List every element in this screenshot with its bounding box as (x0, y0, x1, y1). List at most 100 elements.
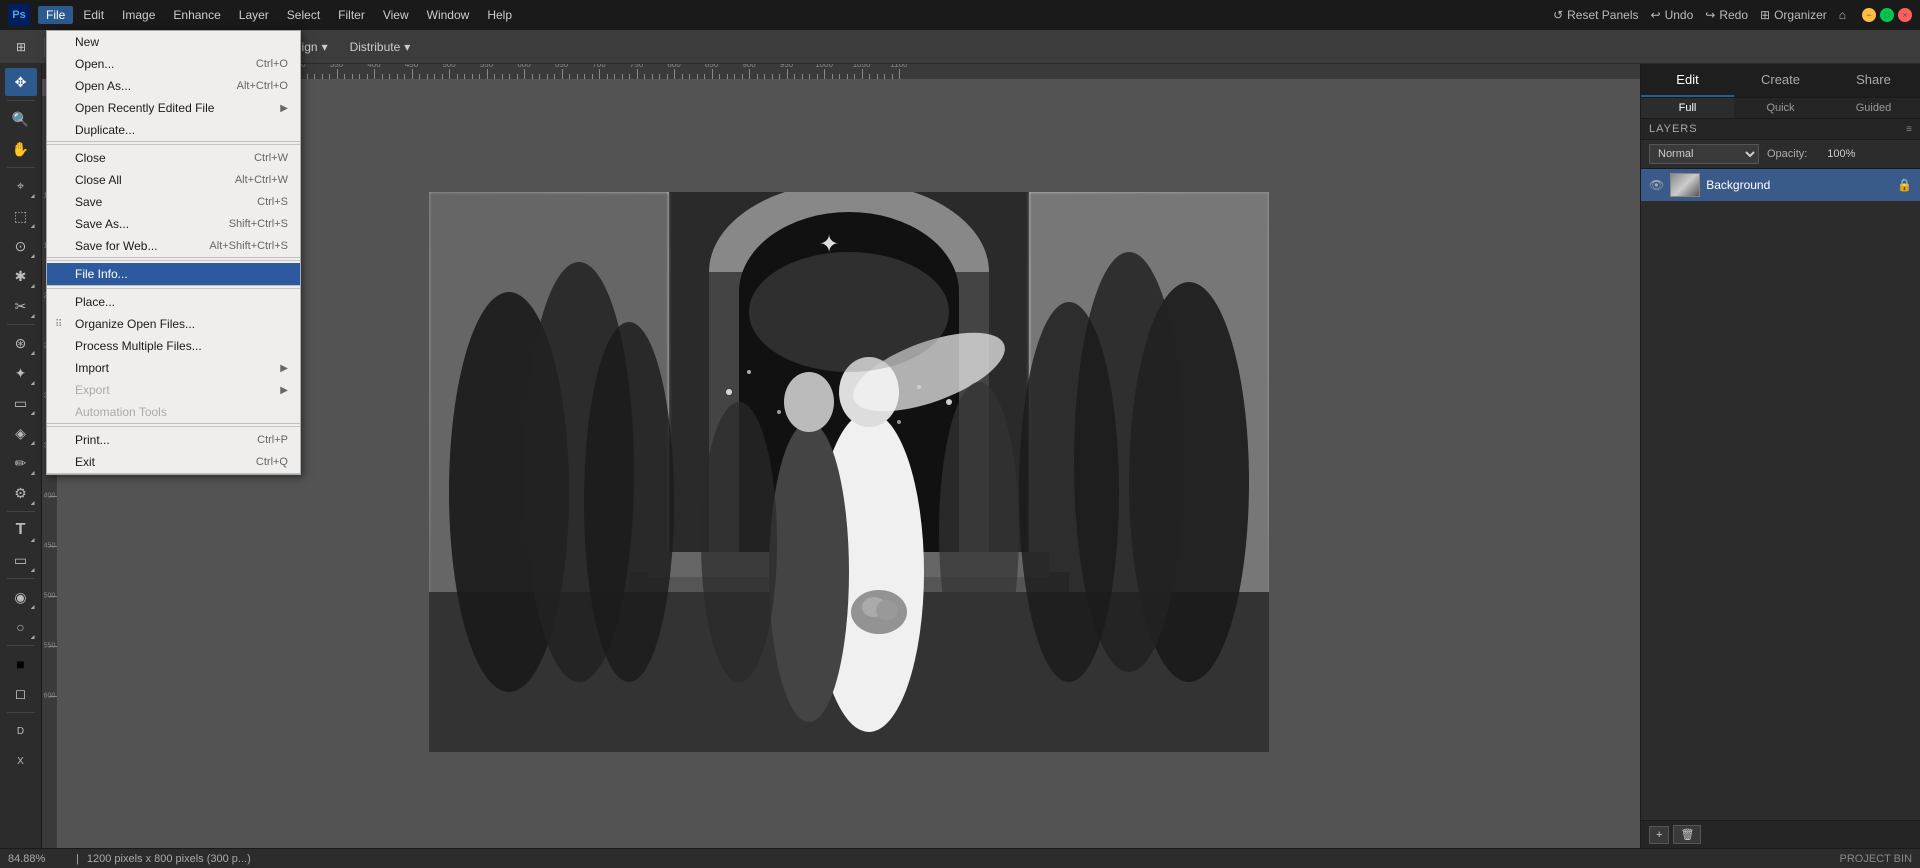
menu-save-for-web-label: Save for Web... (75, 239, 189, 253)
menu-layer[interactable]: Layer (231, 6, 277, 24)
menu-view[interactable]: View (375, 6, 417, 24)
tool-dodge[interactable]: ○ (5, 613, 37, 641)
photo-canvas: ✦ (429, 192, 1269, 752)
menu-section-print-exit: Print... Ctrl+P Exit Ctrl+Q (47, 429, 300, 474)
tool-default-colors[interactable]: D (5, 717, 37, 745)
panel-sub-tabs: Full Quick Guided (1641, 98, 1920, 119)
tool-smart-brush[interactable]: ⚙ (5, 479, 37, 507)
menu-help[interactable]: Help (479, 6, 520, 24)
menu-save-as[interactable]: Save As... Shift+Ctrl+S (47, 213, 300, 235)
menu-print-label: Print... (75, 433, 237, 447)
tool-eyedropper[interactable]: ⌖ (5, 172, 37, 200)
menu-close-label: Close (75, 151, 234, 165)
app-logo: Ps (8, 4, 30, 26)
menu-image[interactable]: Image (114, 6, 163, 24)
menu-open[interactable]: Open... Ctrl+O (47, 53, 300, 75)
tool-switch-colors[interactable]: X (5, 747, 37, 775)
menu-close-all-label: Close All (75, 173, 215, 187)
tool-zoom[interactable]: 🔍 (5, 105, 37, 133)
tool-text[interactable]: T (5, 516, 37, 544)
panel-main-tabs: Edit Create Share (1641, 64, 1920, 98)
tool-sep-2 (7, 324, 35, 325)
menu-close-shortcut: Ctrl+W (254, 152, 288, 164)
tool-sep-0 (7, 100, 35, 101)
menu-place-label: Place... (75, 295, 288, 309)
new-layer-btn[interactable]: + (1649, 826, 1669, 844)
menu-process-multiple[interactable]: Process Multiple Files... (47, 335, 300, 357)
menu-edit[interactable]: Edit (75, 6, 112, 24)
reset-panels-btn[interactable]: ↺ Reset Panels (1553, 8, 1638, 22)
menu-print[interactable]: Print... Ctrl+P (47, 429, 300, 451)
blend-mode-select[interactable]: Normal (1649, 144, 1759, 164)
title-actions: ↺ Reset Panels ↩ Undo ↪ Redo ⊞ Organizer… (1553, 8, 1846, 22)
tool-shape[interactable]: ▭ (5, 546, 37, 574)
tool-eraser[interactable]: ▭ (5, 389, 37, 417)
tool-lasso[interactable]: ⊙ (5, 232, 37, 260)
layer-visibility-eye[interactable]: 👁 (1649, 178, 1664, 192)
right-panel: Edit Create Share Full Quick Guided LAYE… (1640, 64, 1920, 848)
menu-select[interactable]: Select (279, 6, 328, 24)
tool-crop[interactable]: ✂ (5, 292, 37, 320)
menu-duplicate[interactable]: Duplicate... (47, 119, 300, 141)
layers-title: LAYERS (1649, 123, 1902, 135)
tool-spot-healing[interactable]: ⊛ (5, 329, 37, 357)
tool-sep-6 (7, 712, 35, 713)
layers-header: LAYERS ≡ (1641, 119, 1920, 140)
tool-clone[interactable]: ✦ (5, 359, 37, 387)
tool-paint-bucket[interactable]: ◈ (5, 419, 37, 447)
menu-open-recently[interactable]: Open Recently Edited File ▶ (47, 97, 300, 119)
menu-new-label: New (75, 35, 288, 49)
tab-edit[interactable]: Edit (1641, 64, 1734, 97)
menu-file[interactable]: File (38, 6, 73, 24)
undo-btn[interactable]: ↩ Undo (1651, 8, 1694, 22)
menu-print-shortcut: Ctrl+P (257, 434, 288, 446)
menu-save[interactable]: Save Ctrl+S (47, 191, 300, 213)
sub-tab-full[interactable]: Full (1641, 98, 1734, 118)
project-bin-label: PROJECT BIN (1839, 853, 1912, 865)
sub-tab-quick[interactable]: Quick (1734, 98, 1827, 118)
tab-create[interactable]: Create (1734, 64, 1827, 97)
distribute-btn[interactable]: Distribute ▾ (342, 38, 419, 56)
view-btn[interactable]: ⊞ (8, 38, 34, 56)
tool-sep-4 (7, 578, 35, 579)
home-btn[interactable]: ⌂ (1839, 8, 1846, 22)
close-btn[interactable]: × (1898, 8, 1912, 22)
tool-brush[interactable]: ✏ (5, 449, 37, 477)
menu-enhance[interactable]: Enhance (165, 6, 228, 24)
tool-blur[interactable]: ◉ (5, 583, 37, 611)
menu-file-info[interactable]: File Info... (47, 263, 300, 285)
redo-btn[interactable]: ↪ Redo (1705, 8, 1748, 22)
menu-exit[interactable]: Exit Ctrl+Q (47, 451, 300, 473)
menu-close-all[interactable]: Close All Alt+Ctrl+W (47, 169, 300, 191)
menu-import-label: Import (75, 361, 280, 375)
organizer-btn[interactable]: ⊞ Organizer (1760, 8, 1827, 22)
menu-new[interactable]: New (47, 31, 300, 53)
menu-organize-open-files[interactable]: ⠿ Organize Open Files... (47, 313, 300, 335)
menu-filter[interactable]: Filter (330, 6, 373, 24)
menu-save-for-web[interactable]: Save for Web... Alt+Shift+Ctrl+S (47, 235, 300, 257)
menu-close[interactable]: Close Ctrl+W (47, 147, 300, 169)
menu-open-as[interactable]: Open As... Alt+Ctrl+O (47, 75, 300, 97)
menu-save-as-shortcut: Shift+Ctrl+S (229, 218, 288, 230)
maximize-btn[interactable]: □ (1880, 8, 1894, 22)
tool-move[interactable]: ✥ (5, 68, 37, 96)
minimize-btn[interactable]: − (1862, 8, 1876, 22)
menu-process-multiple-label: Process Multiple Files... (75, 339, 288, 353)
tab-share[interactable]: Share (1827, 64, 1920, 97)
menu-window[interactable]: Window (419, 6, 478, 24)
tool-hand[interactable]: ✋ (5, 135, 37, 163)
tool-quick-selection[interactable]: ✱ (5, 262, 37, 290)
sub-tab-guided[interactable]: Guided (1827, 98, 1920, 118)
titlebar: Ps File Edit Image Enhance Layer Select … (0, 0, 1920, 30)
layers-options-btn[interactable]: ≡ (1906, 124, 1912, 135)
menu-import[interactable]: Import ▶ (47, 357, 300, 379)
menu-save-label: Save (75, 195, 237, 209)
opacity-value: 100% (1815, 148, 1855, 160)
tool-marquee[interactable]: ⬚ (5, 202, 37, 230)
menu-place[interactable]: Place... (47, 291, 300, 313)
layer-item-background[interactable]: 👁 Background 🔒 (1641, 169, 1920, 201)
delete-layer-btn[interactable]: 🗑 (1673, 825, 1701, 844)
tool-foreground-color[interactable]: ■ (5, 650, 37, 678)
window-controls: − □ × (1862, 8, 1912, 22)
tool-background-color[interactable]: □ (5, 680, 37, 708)
